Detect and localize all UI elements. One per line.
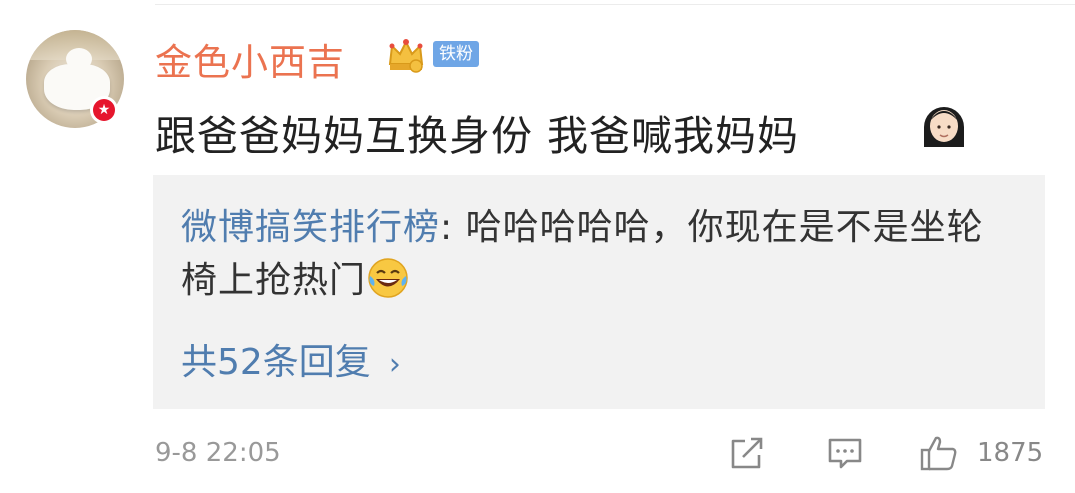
woman-emoji-icon [924, 107, 964, 147]
crown-icon [388, 39, 424, 73]
top-divider [155, 4, 1075, 5]
timestamp: 9-8 22:05 [155, 438, 281, 468]
laughing-tears-emoji-icon [368, 258, 408, 298]
fan-badge[interactable]: 铁粉 [433, 41, 479, 67]
username[interactable]: 金色小西吉 [155, 32, 345, 86]
like-thumb-icon[interactable] [919, 433, 959, 473]
reply-author-link[interactable]: 微博搞笑排行榜 [181, 207, 440, 248]
verified-star-icon: ★ [93, 99, 115, 121]
chevron-right-icon: › [388, 347, 401, 382]
comment-text: 跟爸爸妈妈互换身份 我爸喊我妈妈 [155, 112, 800, 160]
reply-box[interactable]: 微博搞笑排行榜: 哈哈哈哈哈，你现在是不是坐轮椅上抢热门 共52条回复 › [153, 175, 1045, 409]
verified-badge-icon: ★ [90, 96, 118, 124]
share-icon[interactable] [727, 433, 767, 473]
reply-count-label: 共52条回复 [181, 342, 371, 383]
like-count: 1875 [977, 438, 1044, 468]
reply-separator: : [440, 207, 466, 248]
view-replies-link[interactable]: 共52条回复 › [181, 333, 401, 385]
reply-content: 微博搞笑排行榜: 哈哈哈哈哈，你现在是不是坐轮椅上抢热门 [181, 201, 1001, 307]
comment-icon[interactable] [825, 433, 865, 473]
